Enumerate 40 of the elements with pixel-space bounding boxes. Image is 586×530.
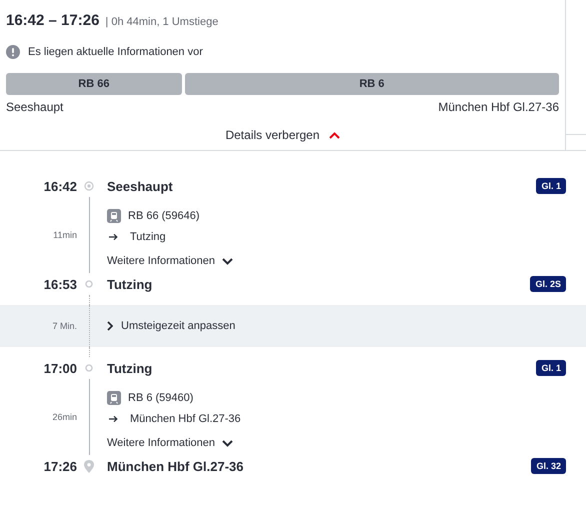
start-marker-icon (84, 181, 94, 191)
info-icon (6, 45, 20, 59)
trip-duration: | 0h 44min, 1 Umstiege (105, 16, 218, 28)
stop-marker-icon (85, 280, 93, 288)
station-name: Tutzing (106, 276, 154, 292)
platform-badge: Gl. 2S (530, 276, 566, 292)
details-toggle[interactable]: Details verbergen (225, 128, 340, 142)
train-segment: RB 66 (6, 73, 182, 95)
arrow-icon (109, 415, 118, 423)
chevron-icon (107, 321, 113, 331)
direction: Tutzing (130, 231, 166, 243)
train-name: RB 6 (59460) (128, 392, 194, 404)
time: 17:00 (42, 360, 77, 376)
time: 16:42 (42, 178, 77, 194)
destination: München Hbf Gl.27-36 (438, 100, 559, 114)
more-info-link[interactable]: Weitere Informationen (107, 437, 566, 449)
stop-marker-icon (85, 364, 93, 372)
transfer-time-button[interactable]: Umsteigezeit anpassen (101, 320, 236, 332)
arrow-icon (109, 233, 118, 241)
time: 17:26 (42, 458, 77, 474)
time: 16:53 (42, 276, 77, 292)
station-name: München Hbf Gl.27-36 (106, 458, 245, 474)
trip-times: 16:42 – 17:26 (6, 12, 100, 29)
train-icon (107, 209, 121, 223)
more-info-link[interactable]: Weitere Informationen (107, 255, 566, 267)
duration: 11min (52, 230, 77, 240)
train-segment: RB 6 (184, 73, 559, 95)
station-name: Seeshaupt (106, 178, 174, 194)
train-icon (107, 391, 121, 405)
platform-badge: Gl. 1 (536, 178, 566, 194)
station-name: Tutzing (106, 360, 154, 376)
notice-text: Es liegen aktuelle Informationen vor (28, 46, 203, 58)
train-name: RB 66 (59646) (128, 210, 200, 222)
transfer-duration: 7 Min. (51, 321, 77, 331)
platform-badge: Gl. 32 (531, 458, 566, 474)
duration: 26min (51, 412, 77, 422)
location-pin-icon (84, 460, 94, 472)
direction: München Hbf Gl.27-36 (130, 413, 241, 425)
platform-badge: Gl. 1 (536, 360, 566, 376)
origin: Seeshaupt (6, 100, 64, 114)
